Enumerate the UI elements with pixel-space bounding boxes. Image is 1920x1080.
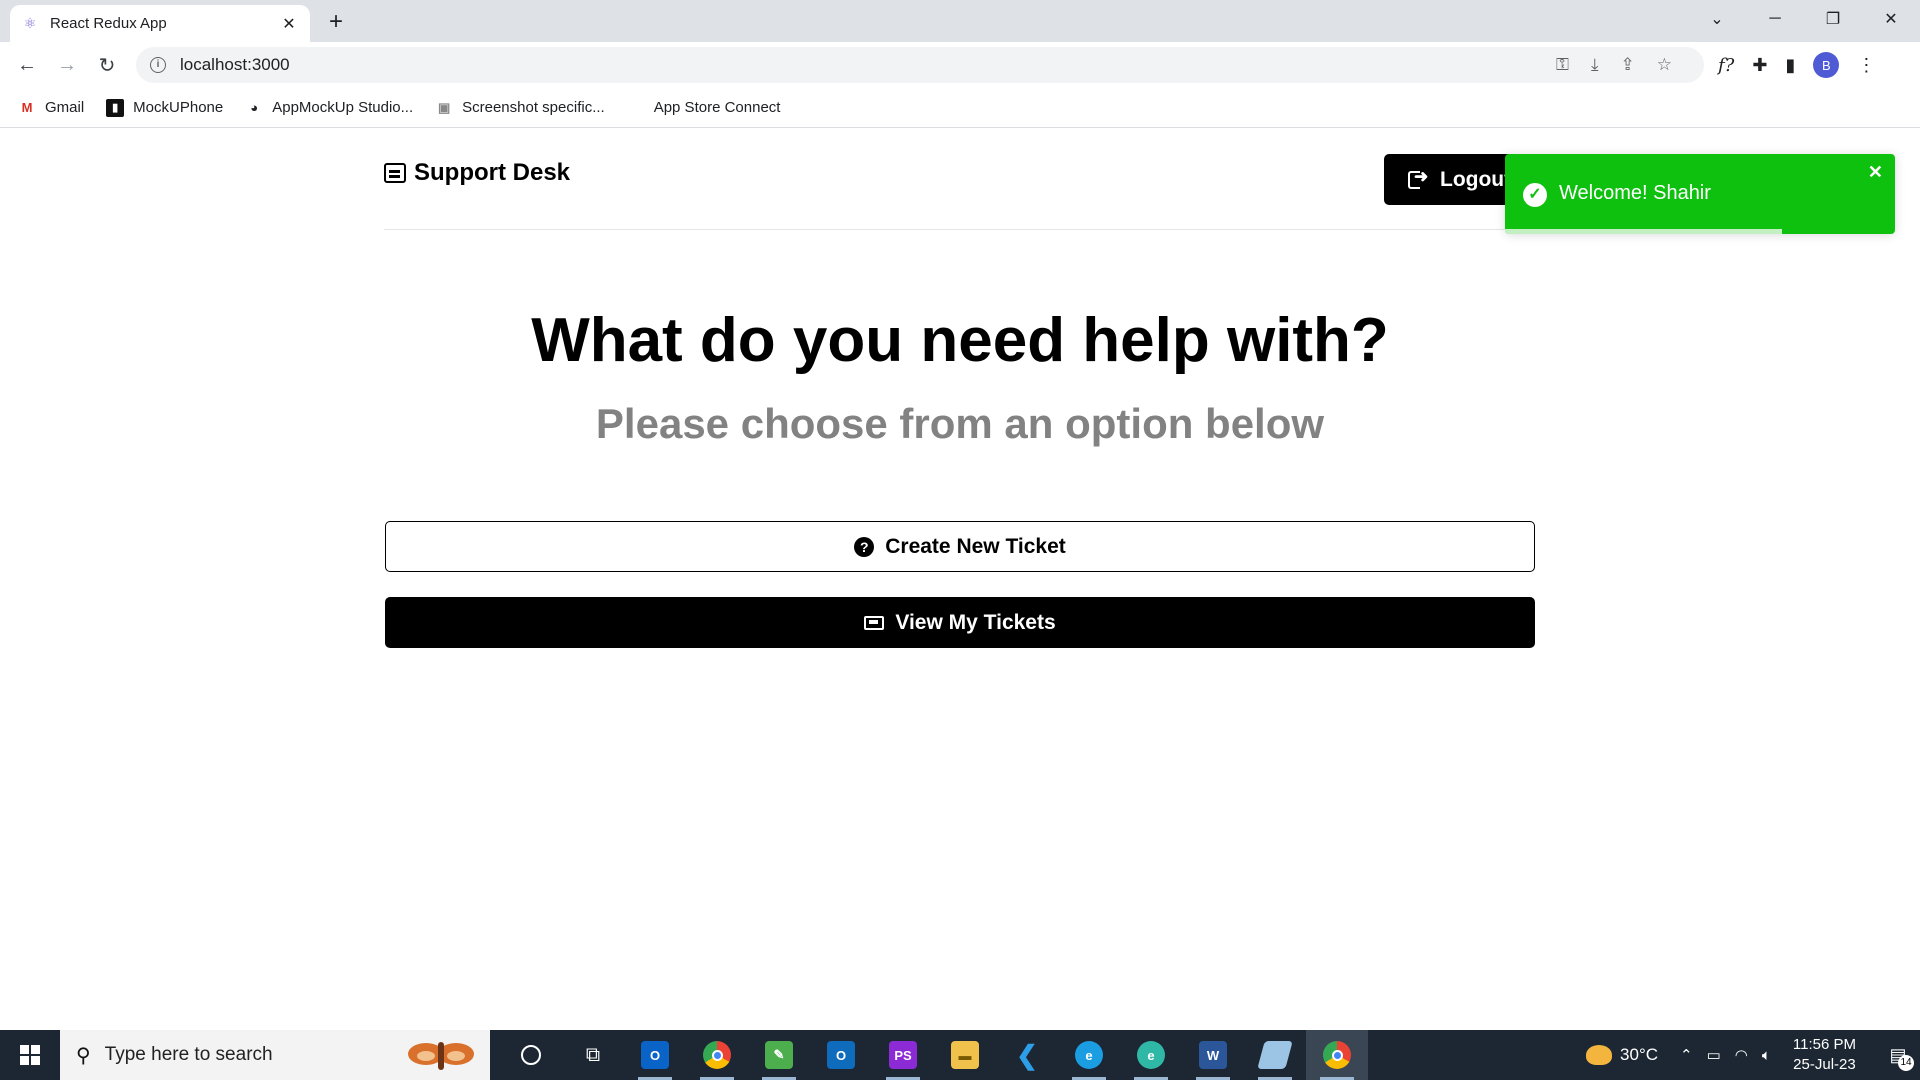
notification-center-icon[interactable]: ▤ 14 (1876, 1030, 1920, 1080)
site-info-icon[interactable]: i (150, 57, 166, 73)
app-pad-icon[interactable] (1244, 1030, 1306, 1080)
phpstorm-icon[interactable]: PS (872, 1030, 934, 1080)
bookmarks-bar: M Gmail ▮ MockUPhone ◕ AppMockUp Studio.… (0, 88, 1920, 128)
formula-extension-icon[interactable]: f? (1718, 55, 1734, 76)
edge-icon[interactable]: e (1058, 1030, 1120, 1080)
windows-logo-icon (20, 1045, 40, 1065)
weather-widget[interactable]: 30°C (1586, 1045, 1658, 1065)
bookmark-label: MockUPhone (133, 99, 224, 116)
address-bar[interactable]: i localhost:3000 ⚿ ⤓ ⇪ ☆ (136, 47, 1704, 83)
bookmark-appmockup[interactable]: ◕ AppMockUp Studio... (245, 99, 413, 117)
vscode-icon[interactable]: ❮ (996, 1030, 1058, 1080)
create-ticket-label: Create New Ticket (885, 534, 1066, 558)
clock-time: 11:56 PM (1792, 1036, 1856, 1053)
taskbar-apps: ⧉ O ✎ O PS ▬ ❮ e e W (500, 1030, 1368, 1080)
view-tickets-button[interactable]: View My Tickets (385, 597, 1535, 648)
toast-message: Welcome! Shahir (1559, 182, 1711, 204)
browser-tab[interactable]: ⚛ React Redux App ✕ (10, 5, 310, 42)
start-button[interactable] (0, 1030, 60, 1080)
welcome-toast: ✓ Welcome! Shahir ✕ (1505, 154, 1895, 234)
ticket-icon (864, 615, 885, 630)
weather-haze-icon (1586, 1045, 1613, 1065)
logout-label: Logout (1440, 167, 1512, 191)
bookmark-label: Screenshot specific... (462, 99, 605, 116)
bookmark-app-store-connect[interactable]: App Store Connect (627, 99, 781, 117)
logo-text: Support Desk (414, 159, 571, 186)
back-icon[interactable]: ← (12, 50, 42, 80)
check-circle-icon: ✓ (1523, 183, 1547, 207)
clock-date: 25-Jul-23 (1793, 1056, 1856, 1073)
bookmark-mockuphone[interactable]: ▮ MockUPhone (106, 98, 224, 117)
page-content: Support Desk Logout What do you need hel… (0, 129, 1920, 1030)
notepad-icon[interactable]: ✎ (748, 1030, 810, 1080)
file-explorer-icon[interactable]: ▬ (934, 1030, 996, 1080)
app-header: Support Desk Logout (384, 129, 1544, 230)
menu-kebab-icon[interactable]: ⋮ (1857, 55, 1875, 76)
restore-button[interactable]: ❐ (1804, 0, 1862, 38)
minimize-button[interactable]: ─ (1746, 0, 1804, 38)
cortana-icon[interactable] (500, 1030, 562, 1080)
search-placeholder: Type here to search (104, 1044, 273, 1065)
bookmark-label: AppMockUp Studio... (272, 99, 414, 116)
chevron-up-icon[interactable]: ⌃ (1680, 1046, 1693, 1064)
install-icon[interactable]: ⤓ (1591, 55, 1599, 75)
view-tickets-label: View My Tickets (895, 610, 1056, 634)
window-controls: ⌄ ─ ❐ ✕ (1688, 0, 1920, 38)
tab-search-icon[interactable]: ⌄ (1688, 0, 1746, 38)
wifi-icon[interactable]: ◠ (1735, 1046, 1748, 1064)
outlook-icon[interactable]: O (810, 1030, 872, 1080)
key-icon[interactable]: ⚿ (1556, 55, 1569, 75)
chrome-profile-icon[interactable] (1306, 1030, 1368, 1080)
taskbar-clock[interactable]: 11:56 PM 25-Jul-23 (1793, 1035, 1856, 1075)
question-circle-icon: ? (854, 536, 875, 557)
windows-taskbar: ⚲ Type here to search ⧉ O ✎ O PS ▬ ❮ e e… (0, 1030, 1920, 1080)
chrome-icon[interactable] (686, 1030, 748, 1080)
search-highlight-moth-icon (408, 1042, 474, 1070)
apple-icon (627, 99, 645, 117)
browser-tab-strip: ⚛ React Redux App ✕ + ⌄ ─ ❐ ✕ (0, 0, 1920, 42)
forward-icon[interactable]: → (52, 50, 82, 80)
volume-icon[interactable]: 🔈︎ (1762, 1047, 1771, 1064)
battery-icon[interactable]: ▭ (1707, 1046, 1721, 1064)
screenshot-icon: ▣ (437, 99, 451, 115)
close-window-button[interactable]: ✕ (1862, 0, 1920, 38)
react-icon: ⚛ (23, 15, 37, 31)
task-view-icon[interactable]: ⧉ (562, 1030, 624, 1080)
extensions-puzzle-icon[interactable]: ✚ (1752, 55, 1767, 76)
new-tab-button[interactable]: + (322, 9, 350, 37)
toast-progress-bar (1505, 229, 1782, 234)
side-panel-icon[interactable]: ▮ (1785, 55, 1795, 76)
create-ticket-button[interactable]: ? Create New Ticket (385, 521, 1535, 572)
page-subheading: Please choose from an option below (595, 400, 1325, 447)
bookmark-gmail[interactable]: M Gmail (18, 99, 85, 117)
edge-dev-icon[interactable]: e (1120, 1030, 1182, 1080)
globe-icon: ◕ (250, 100, 259, 115)
word-icon[interactable]: W (1182, 1030, 1244, 1080)
weather-temp: 30°C (1620, 1045, 1659, 1064)
gmail-icon: M (21, 100, 33, 115)
page-heading: What do you need help with? (531, 306, 1389, 375)
sign-out-icon (1408, 167, 1428, 189)
ticket-inbox-icon (384, 163, 406, 183)
reload-icon[interactable]: ↻ (92, 50, 122, 80)
bookmark-label: Gmail (45, 99, 85, 116)
url-text: localhost:3000 (180, 55, 290, 74)
mockuphone-icon: ▮ (106, 98, 125, 117)
outlook-pre-icon[interactable]: O (624, 1030, 686, 1080)
tab-title: React Redux App (50, 15, 167, 32)
bookmark-label: App Store Connect (653, 99, 781, 116)
bookmark-screenshot[interactable]: ▣ Screenshot specific... (435, 99, 605, 117)
share-icon[interactable]: ⇪ (1621, 55, 1635, 75)
close-tab-icon[interactable]: ✕ (280, 14, 298, 34)
notification-count-badge: 14 (1898, 1055, 1914, 1071)
bookmark-star-icon[interactable]: ☆ (1657, 55, 1672, 75)
toast-close-icon[interactable]: ✕ (1868, 162, 1883, 183)
taskbar-search[interactable]: ⚲ Type here to search (60, 1030, 490, 1080)
browser-toolbar: ← → ↻ i localhost:3000 ⚿ ⤓ ⇪ ☆ f? ✚ ▮ B … (0, 42, 1920, 88)
system-tray: 30°C ⌃ ▭ ◠ 🔈︎ 11:56 PM 25-Jul-23 ▤ 14 (1586, 1030, 1920, 1080)
profile-avatar[interactable]: B (1813, 52, 1840, 78)
app-logo[interactable]: Support Desk (384, 159, 570, 187)
search-icon: ⚲ (76, 1044, 91, 1067)
